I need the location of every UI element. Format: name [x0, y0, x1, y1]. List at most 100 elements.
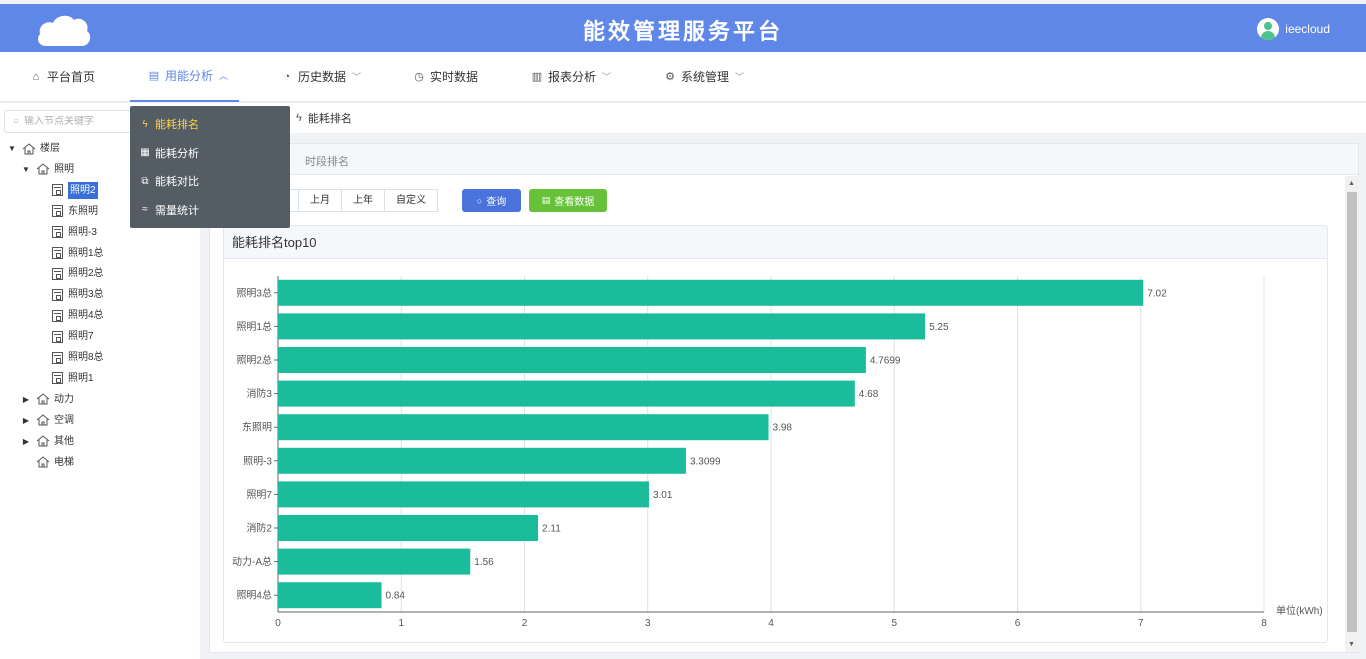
scrollbar-thumb[interactable]: [1347, 192, 1357, 632]
caret-down-icon[interactable]: ▼: [22, 161, 30, 178]
tree-node[interactable]: ▼ 照明: [22, 161, 74, 178]
data-label: 3.3099: [690, 456, 721, 467]
building-icon: [22, 142, 36, 154]
chevron-down-icon: ﹀: [735, 72, 745, 82]
tree-node-label: 照明-3: [68, 226, 97, 238]
menu-item-energy-analysis[interactable]: ▦ 能耗分析: [130, 139, 290, 168]
compare-icon: ⧉: [141, 175, 149, 187]
tree-node-label: 照明1: [68, 372, 94, 384]
nav-item-system[interactable]: ⚙ 系统管理 ﹀: [663, 52, 744, 102]
data-label: 5.25: [929, 322, 949, 333]
category-label: 照明1总: [236, 320, 272, 333]
data-label: 7.02: [1147, 288, 1167, 299]
meter-icon: [52, 288, 63, 301]
tree-node[interactable]: 东照明: [52, 203, 98, 220]
tree-node-label: 照明8总: [68, 352, 104, 363]
chevron-up-icon: ︿: [219, 71, 229, 81]
gear-icon: ⚙: [665, 71, 675, 83]
scroll-down-icon[interactable]: ▼: [1348, 641, 1355, 648]
view-data-button-label: 查看数据: [554, 197, 595, 208]
menu-item-demand-stats[interactable]: ≈ 需量统计: [130, 196, 290, 225]
menu-item-energy-compare[interactable]: ⧉ 能耗对比: [130, 167, 290, 196]
tree-node-label: 楼层: [40, 143, 60, 154]
building-icon: [36, 163, 50, 175]
caret-down-icon[interactable]: ▼: [8, 140, 16, 157]
x-tick-label: 6: [1015, 618, 1021, 629]
meter-icon: [52, 351, 63, 364]
meter-icon: [52, 309, 63, 322]
category-label: 照明4总: [236, 589, 272, 602]
tree-node[interactable]: 照明1: [52, 370, 94, 387]
vertical-scrollbar[interactable]: ▲ ▼: [1345, 176, 1359, 652]
tab-period-ranking[interactable]: 时段排名: [305, 153, 349, 169]
tree-node[interactable]: ▼ 楼层: [8, 140, 60, 157]
tree-node[interactable]: 照明2总: [52, 265, 104, 282]
nav-item-energy-analysis[interactable]: ▤ 用能分析 ︿: [130, 52, 239, 102]
search-icon: ○: [13, 116, 20, 127]
tree-node-label: 其他: [54, 435, 74, 447]
nav-item-reports[interactable]: ▥ 报表分析 ﹀: [530, 52, 611, 102]
meter-icon: [52, 226, 63, 239]
app-header: 能效管理服务平台 ieecloud: [0, 4, 1366, 52]
nav-item-label: 实时数据: [430, 70, 479, 84]
data-label: 4.7699: [870, 356, 901, 367]
nav-item-history[interactable]: ◔ 历史数据 ﹀: [280, 52, 361, 102]
caret-right-icon[interactable]: ▶: [22, 412, 30, 429]
tree-node[interactable]: ▶ 动力: [22, 391, 74, 408]
tree-node-label: 动力: [54, 393, 74, 405]
nav-item-home[interactable]: ⌂ 平台首页: [29, 52, 95, 102]
caret-right-icon[interactable]: ▶: [22, 433, 30, 450]
meter-icon: [52, 205, 63, 218]
user-menu[interactable]: ieecloud: [1257, 18, 1330, 40]
bar-chart-icon: ▥: [531, 71, 543, 83]
tree-node[interactable]: ▶ 空调: [22, 412, 74, 429]
app-title: 能效管理服务平台: [582, 19, 783, 45]
bar: [278, 414, 769, 441]
bar: [278, 447, 686, 474]
caret-right-icon[interactable]: ▶: [22, 391, 30, 408]
period-button-group: 周 上月 上年 自定义: [265, 189, 438, 212]
building-icon: [36, 456, 50, 468]
tree-node[interactable]: 照明7: [52, 328, 94, 345]
nav-item-label: 用能分析: [165, 69, 214, 83]
menu-item-energy-ranking[interactable]: ϟ 能耗排名: [130, 110, 290, 139]
x-tick-label: 0: [275, 618, 281, 629]
period-custom-button[interactable]: 自定义: [384, 189, 438, 212]
tree-node[interactable]: 照明2: [52, 181, 98, 199]
search-icon: ○: [476, 195, 483, 206]
tree-node[interactable]: ▶ 其他: [22, 433, 74, 450]
category-label: 东照明: [242, 421, 272, 434]
tree-node[interactable]: 照明3总: [52, 286, 104, 303]
avatar[interactable]: [1257, 18, 1280, 40]
view-data-button[interactable]: ▤ 查看数据: [529, 189, 607, 212]
tree-node[interactable]: 照明4总: [52, 307, 104, 324]
query-button[interactable]: ○ 查询: [462, 189, 521, 212]
energy-analysis-dropdown: ϟ 能耗排名 ▦ 能耗分析 ⧉ 能耗对比 ≈ 需量统计: [130, 106, 290, 228]
category-label: 消防3: [246, 387, 272, 400]
bolt-icon: ϟ: [142, 118, 148, 130]
username[interactable]: ieecloud: [1285, 22, 1330, 36]
nav-item-realtime[interactable]: ◷ 实时数据: [412, 52, 478, 102]
period-last-month-button[interactable]: 上月: [298, 189, 342, 212]
period-last-year-button[interactable]: 上年: [341, 189, 385, 212]
menu-item-label: 需量统计: [155, 204, 199, 217]
menu-item-label: 能耗排名: [155, 119, 199, 132]
tree-node-label: 照明: [54, 163, 74, 175]
bar: [278, 548, 471, 575]
tree-node[interactable]: 照明-3: [52, 224, 97, 241]
tree-node-label: 照明7: [68, 331, 94, 343]
scroll-up-icon[interactable]: ▲: [1348, 180, 1355, 187]
bar: [278, 380, 855, 407]
bar: [278, 582, 382, 609]
main-nav: ⌂ 平台首页 ▤ 用能分析 ︿ ◔ 历史数据 ﹀ ◷ 实时数据 ▥ 报表分析 ﹀…: [0, 52, 1366, 102]
category-label: 消防2: [246, 522, 272, 535]
x-tick-label: 5: [891, 618, 897, 629]
x-tick-label: 3: [645, 618, 651, 629]
tree-node[interactable]: 电梯: [22, 454, 74, 471]
tree-node-label: 空调: [54, 414, 74, 426]
tree-node[interactable]: 照明8总: [52, 349, 104, 366]
tree-node[interactable]: 照明1总: [52, 245, 104, 262]
x-tick-label: 7: [1138, 618, 1144, 629]
tree-node-label: 照明2总: [68, 268, 104, 280]
tree-node-label: 照明3总: [68, 289, 104, 301]
